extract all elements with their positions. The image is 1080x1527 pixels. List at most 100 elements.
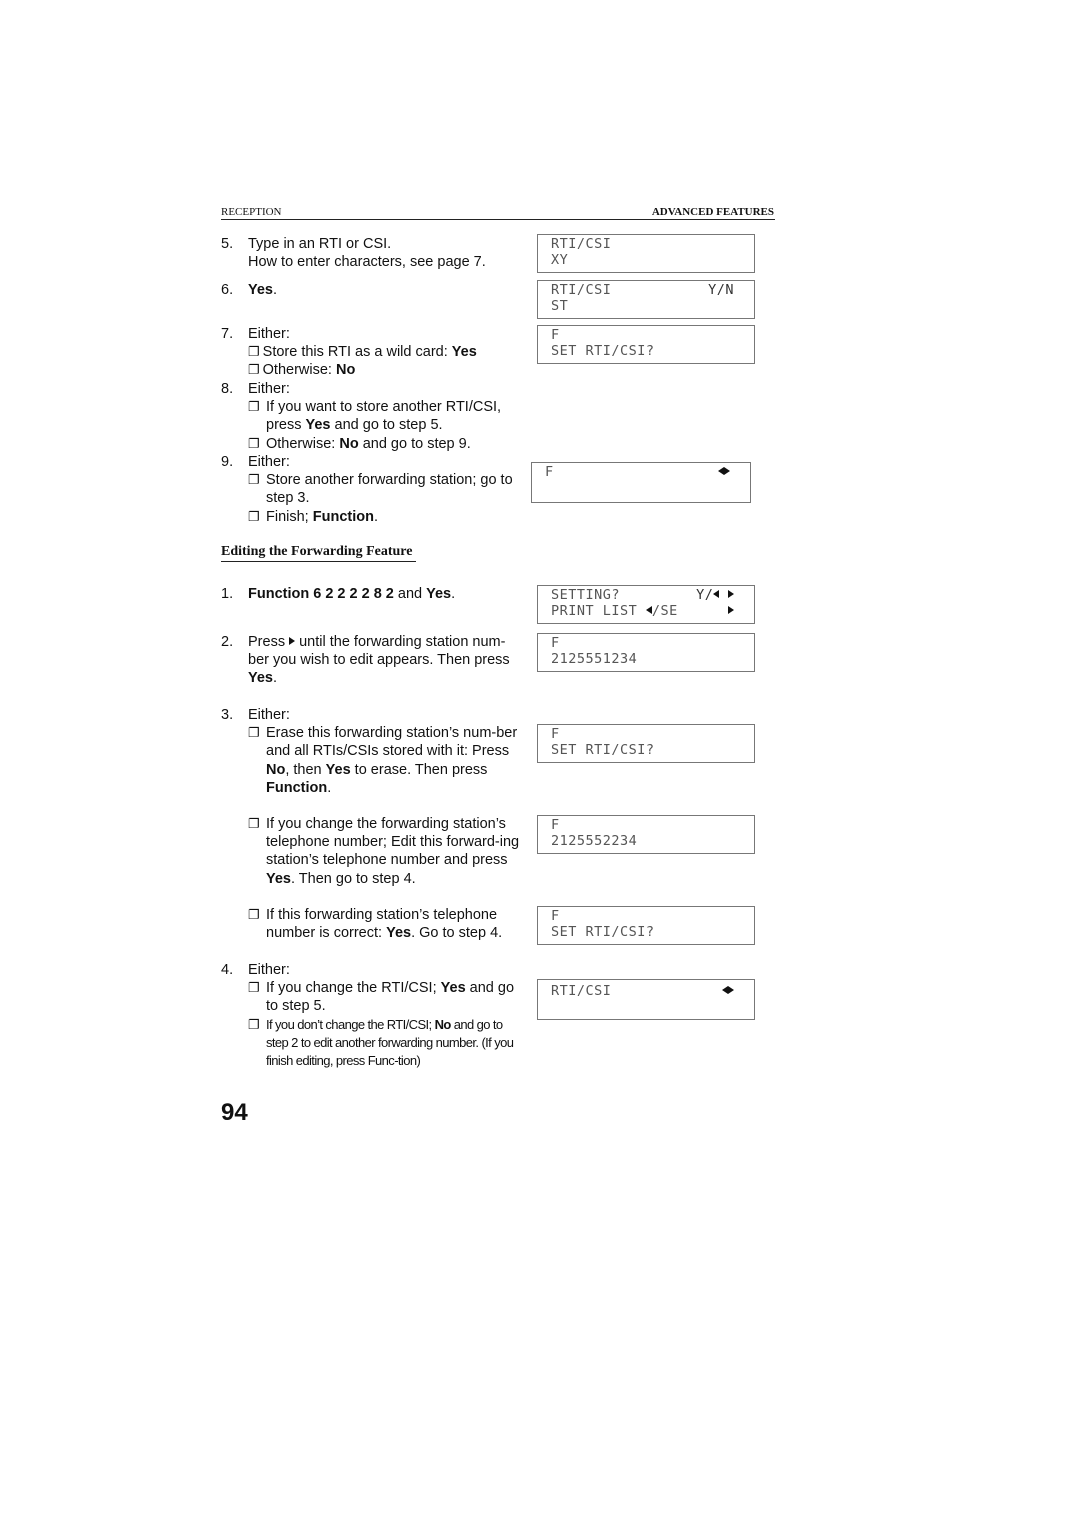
option-text: If you don’t change the RTI/CSI; (266, 1016, 435, 1032)
checkbox-bullet-icon: ❐ (248, 907, 260, 922)
key-label: Yes (325, 761, 351, 778)
lcd-display: F SET RTI/CSI? (537, 325, 755, 364)
lcd-line-1: RTI/CSI (551, 983, 744, 999)
option-text: Otherwise: (262, 362, 336, 379)
step-number: 8. (221, 381, 234, 397)
option-text: to erase. Then press (350, 761, 488, 778)
key-label: No (266, 761, 286, 778)
left-right-arrows-icon (718, 464, 730, 480)
page-number: 94 (221, 1099, 248, 1126)
edit-step-4: 4. Either: ❐ If you change the RTI/CSI; Y… (221, 961, 521, 1070)
option-text: Otherwise: (266, 435, 340, 452)
lcd-line-1: F (551, 908, 560, 924)
checkbox-bullet-icon: ❐ (248, 980, 260, 996)
running-header-chapter: ADVANCED FEATURES (651, 206, 774, 218)
key-sequence: Function 6 2 2 2 2 8 2 (248, 586, 394, 602)
checkbox-bullet-icon: ❐ (248, 399, 260, 415)
checkbox-bullet-icon: ❐ (248, 725, 260, 741)
option-item: ❐ Otherwise: No (248, 361, 521, 379)
step-lead: Either: (248, 381, 290, 397)
lcd-line-1: F (551, 817, 560, 833)
step-9: 9. Either: ❐ Store another forwarding sta… (221, 453, 521, 526)
punctuation: . (327, 779, 332, 796)
step-number: 3. (221, 707, 234, 723)
key-label: Yes (305, 417, 331, 434)
step-lead: Either: (248, 454, 290, 470)
lcd-display: RTI/CSI XY (537, 234, 755, 273)
punctuation: . (273, 282, 278, 298)
step-number: 7. (221, 326, 234, 342)
option-item: ❐ Otherwise: No and go to step 9. (248, 435, 521, 453)
step-text: Press (248, 634, 290, 650)
key-label: Yes (426, 586, 452, 602)
lcd-text: RTI/CSI (551, 983, 612, 999)
lcd-display: F 2125551234 (537, 633, 755, 672)
step-number: 9. (221, 454, 234, 470)
option-item: ❐ If you change the forwarding station’s … (248, 815, 521, 888)
option-text: and go to step 9. (358, 435, 471, 452)
option-text: and go to step 5. (330, 417, 443, 434)
key-label: Function (266, 779, 328, 796)
option-text: Finish; (266, 508, 313, 525)
step-5: 5. Type in an RTI or CSI. How to enter c… (221, 235, 521, 271)
option-text: . (373, 508, 378, 525)
key-label: Yes (386, 925, 412, 942)
edit-step-3: 3. Either: ❐ Erase this forwarding statio… (221, 706, 521, 797)
option-item: ❐ If you don’t change the RTI/CSI; No and… (248, 1016, 521, 1071)
key-label: Function (312, 508, 374, 525)
running-header-section: RECEPTION (221, 206, 282, 218)
lcd-line-2: 2125551234 (551, 651, 638, 667)
punctuation: . (273, 670, 278, 687)
lcd-display: F (531, 462, 751, 503)
lcd-line-1: F (545, 464, 740, 480)
lcd-line-1: SETTING? Y/ (551, 587, 744, 603)
step-lead: Either: (248, 707, 290, 723)
section-heading: Editing the Forwarding Feature (221, 544, 417, 562)
option-item: ❐ Store another forwarding station; go to… (248, 471, 521, 507)
lcd-line-2: SET RTI/CSI? (551, 924, 655, 940)
lcd-display: RTI/CSI Y/N ST (537, 280, 755, 319)
option-item: ❐ Erase this forwarding station’s num-ber… (248, 724, 521, 797)
yes-key-label: Yes (248, 282, 273, 298)
lcd-text: PRINT LIST (551, 603, 638, 619)
header-rule (221, 219, 775, 220)
lcd-display: F SET RTI/CSI? (537, 724, 755, 763)
lcd-line-1: F (551, 726, 560, 742)
lcd-text: F (545, 464, 554, 480)
step-8: 8. Either: ❐ If you want to store another… (221, 380, 521, 453)
step-lead: Either: (248, 962, 290, 978)
step-number: 5. (221, 236, 234, 252)
step-number: 4. (221, 962, 234, 978)
punctuation: . (451, 586, 456, 602)
key-label: Yes (266, 870, 291, 887)
lcd-line-2: PRINT LIST /SE (551, 603, 744, 619)
checkbox-bullet-icon: ❐ (248, 508, 260, 524)
checkbox-bullet-icon: ❐ (248, 472, 260, 488)
option-text: Store this RTI as a wild card: (262, 344, 452, 361)
lcd-prompt: Y/N (708, 282, 734, 298)
option-item: ❐ If you want to store another RTI/CSI, p… (248, 398, 521, 434)
edit-step-3-option-2: ❐ If you change the forwarding station’s … (221, 815, 521, 888)
option-item: ❐ If you change the RTI/CSI; Yes and go t… (248, 979, 521, 1015)
lcd-prompt: Y/ (696, 587, 734, 603)
lcd-display: F SET RTI/CSI? (537, 906, 755, 945)
step-6: 6. Yes. (221, 281, 521, 299)
key-label: No (339, 435, 359, 452)
right-arrow-icon (728, 590, 734, 598)
lcd-display: RTI/CSI (537, 979, 755, 1020)
option-text: If you change the RTI/CSI; (266, 980, 441, 997)
checkbox-bullet-icon: ❐ (248, 362, 260, 378)
right-arrow-icon (728, 603, 734, 619)
checkbox-bullet-icon: ❐ (248, 1016, 260, 1032)
option-item: ❐ Store this RTI as a wild card: Yes (248, 343, 521, 361)
option-text: Store another forwarding station; go to … (266, 472, 513, 507)
lcd-line-2: SET RTI/CSI? (551, 742, 655, 758)
checkbox-bullet-icon: ❐ (248, 816, 260, 831)
option-text: . Go to step 4. (411, 925, 503, 942)
key-label: No (336, 362, 356, 379)
lcd-line-2: SET RTI/CSI? (551, 343, 655, 359)
key-label: No (434, 1016, 452, 1032)
key-label: Yes (440, 980, 466, 997)
lcd-text: RTI/CSI (551, 282, 612, 298)
option-text: , then (285, 761, 326, 778)
